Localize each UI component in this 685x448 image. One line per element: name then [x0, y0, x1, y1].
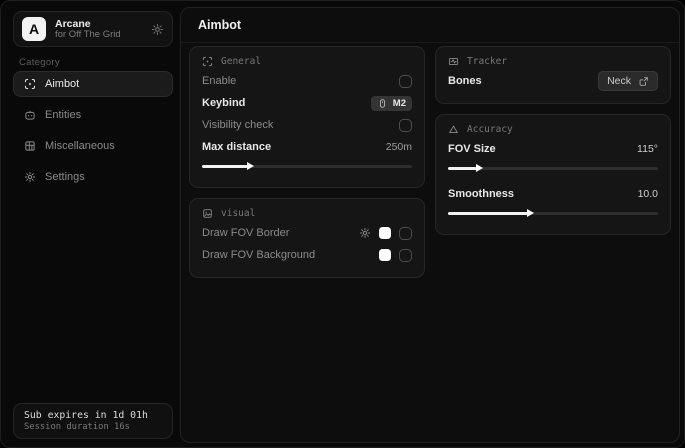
keybind-label: Keybind: [202, 97, 245, 109]
max-distance-value: 250m: [386, 141, 412, 153]
visual-card: visual Draw FOV Border: [189, 198, 425, 278]
visibility-check-row: Visibility check: [202, 114, 412, 136]
left-column: General Enable Keybind M2: [189, 46, 425, 288]
card-title: visual: [221, 208, 255, 219]
sidebar-item-settings[interactable]: Settings: [13, 164, 173, 190]
session-duration-text: Session duration 16s: [24, 422, 162, 432]
image-icon: [202, 208, 213, 219]
slider-fill: [448, 167, 477, 170]
sidebar-item-label: Miscellaneous: [45, 140, 115, 152]
general-card-header: General: [202, 56, 412, 67]
bones-value: Neck: [607, 75, 631, 87]
visibility-check-checkbox[interactable]: [399, 119, 412, 132]
crosshair-icon: [24, 78, 36, 90]
app-window: A Arcane for Off The Grid Category: [0, 0, 685, 448]
category-label: Category: [19, 57, 60, 68]
fov-size-row: FOV Size 115°: [448, 138, 658, 160]
fov-border-controls: [359, 227, 412, 240]
bones-row: Bones Neck: [448, 70, 658, 92]
bones-label: Bones: [448, 75, 482, 87]
fov-size-slider[interactable]: [448, 162, 658, 174]
tracker-icon: [448, 56, 459, 67]
sub-expiry-text: Sub expires in 1d 01h: [24, 410, 162, 421]
max-distance-slider[interactable]: [202, 160, 412, 172]
brand-card: A Arcane for Off The Grid: [13, 11, 173, 47]
slider-thumb[interactable]: [476, 164, 483, 172]
accuracy-card: Accuracy FOV Size 115° Smoothness 10.0: [435, 114, 671, 235]
card-title: Accuracy: [467, 124, 513, 135]
visual-card-header: visual: [202, 208, 412, 219]
triangle-icon: [448, 124, 459, 135]
keybind-row: Keybind M2: [202, 92, 412, 114]
grid-icon: [24, 140, 36, 152]
fov-background-row: Draw FOV Background: [202, 244, 412, 266]
smoothness-label: Smoothness: [448, 188, 514, 200]
general-card: General Enable Keybind M2: [189, 46, 425, 188]
slider-fill: [202, 165, 248, 168]
brand-text: Arcane for Off The Grid: [55, 18, 142, 41]
app-subtitle: for Off The Grid: [55, 30, 142, 41]
max-distance-label: Max distance: [202, 141, 271, 153]
sidebar-item-miscellaneous[interactable]: Miscellaneous: [13, 133, 173, 159]
gear-icon[interactable]: [359, 227, 371, 239]
fov-border-color-swatch[interactable]: [379, 227, 391, 239]
sidebar-item-label: Aimbot: [45, 78, 79, 90]
tracker-card-header: Tracker: [448, 56, 658, 67]
entities-icon: [24, 109, 36, 121]
gear-icon: [24, 171, 36, 183]
accuracy-card-header: Accuracy: [448, 124, 658, 135]
sidebar: A Arcane for Off The Grid Category: [1, 1, 180, 447]
fov-border-checkbox[interactable]: [399, 227, 412, 240]
main-header: Aimbot: [181, 8, 679, 43]
fov-size-label: FOV Size: [448, 143, 496, 155]
fov-border-label: Draw FOV Border: [202, 227, 289, 239]
smoothness-row: Smoothness 10.0: [448, 183, 658, 205]
tracker-card: Tracker Bones Neck: [435, 46, 671, 104]
enable-row: Enable: [202, 70, 412, 92]
slider-thumb[interactable]: [527, 209, 534, 217]
settings-gear-icon[interactable]: [151, 23, 164, 36]
slider-fill: [448, 212, 528, 215]
bones-select-button[interactable]: Neck: [598, 71, 658, 91]
sidebar-item-entities[interactable]: Entities: [13, 102, 173, 128]
app-title: Arcane: [55, 18, 142, 30]
subscription-info-card: Sub expires in 1d 01h Session duration 1…: [13, 403, 173, 439]
main-panel: Aimbot General Enable: [180, 7, 680, 443]
sidebar-menu: Aimbot Entities: [13, 71, 173, 195]
fov-background-label: Draw FOV Background: [202, 249, 315, 261]
smoothness-slider[interactable]: [448, 207, 658, 219]
fov-background-controls: [379, 249, 412, 262]
card-title: General: [221, 56, 261, 67]
crosshair-icon: [202, 56, 213, 67]
keybind-value: M2: [393, 98, 406, 109]
sidebar-item-aimbot[interactable]: Aimbot: [13, 71, 173, 97]
slider-thumb[interactable]: [247, 162, 254, 170]
app-logo: A: [22, 17, 46, 41]
sidebar-item-label: Settings: [45, 171, 85, 183]
page-title: Aimbot: [198, 18, 241, 32]
expand-icon: [638, 76, 649, 87]
sidebar-item-label: Entities: [45, 109, 81, 121]
fov-background-color-swatch[interactable]: [379, 249, 391, 261]
visibility-check-label: Visibility check: [202, 119, 273, 131]
card-title: Tracker: [467, 56, 507, 67]
fov-background-checkbox[interactable]: [399, 249, 412, 262]
enable-label: Enable: [202, 75, 236, 87]
smoothness-value: 10.0: [638, 188, 658, 200]
fov-size-value: 115°: [637, 143, 658, 155]
keybind-badge[interactable]: M2: [371, 96, 412, 111]
enable-checkbox[interactable]: [399, 75, 412, 88]
right-column: Tracker Bones Neck: [435, 46, 671, 245]
max-distance-row: Max distance 250m: [202, 136, 412, 158]
fov-border-row: Draw FOV Border: [202, 222, 412, 244]
mouse-icon: [377, 98, 388, 109]
